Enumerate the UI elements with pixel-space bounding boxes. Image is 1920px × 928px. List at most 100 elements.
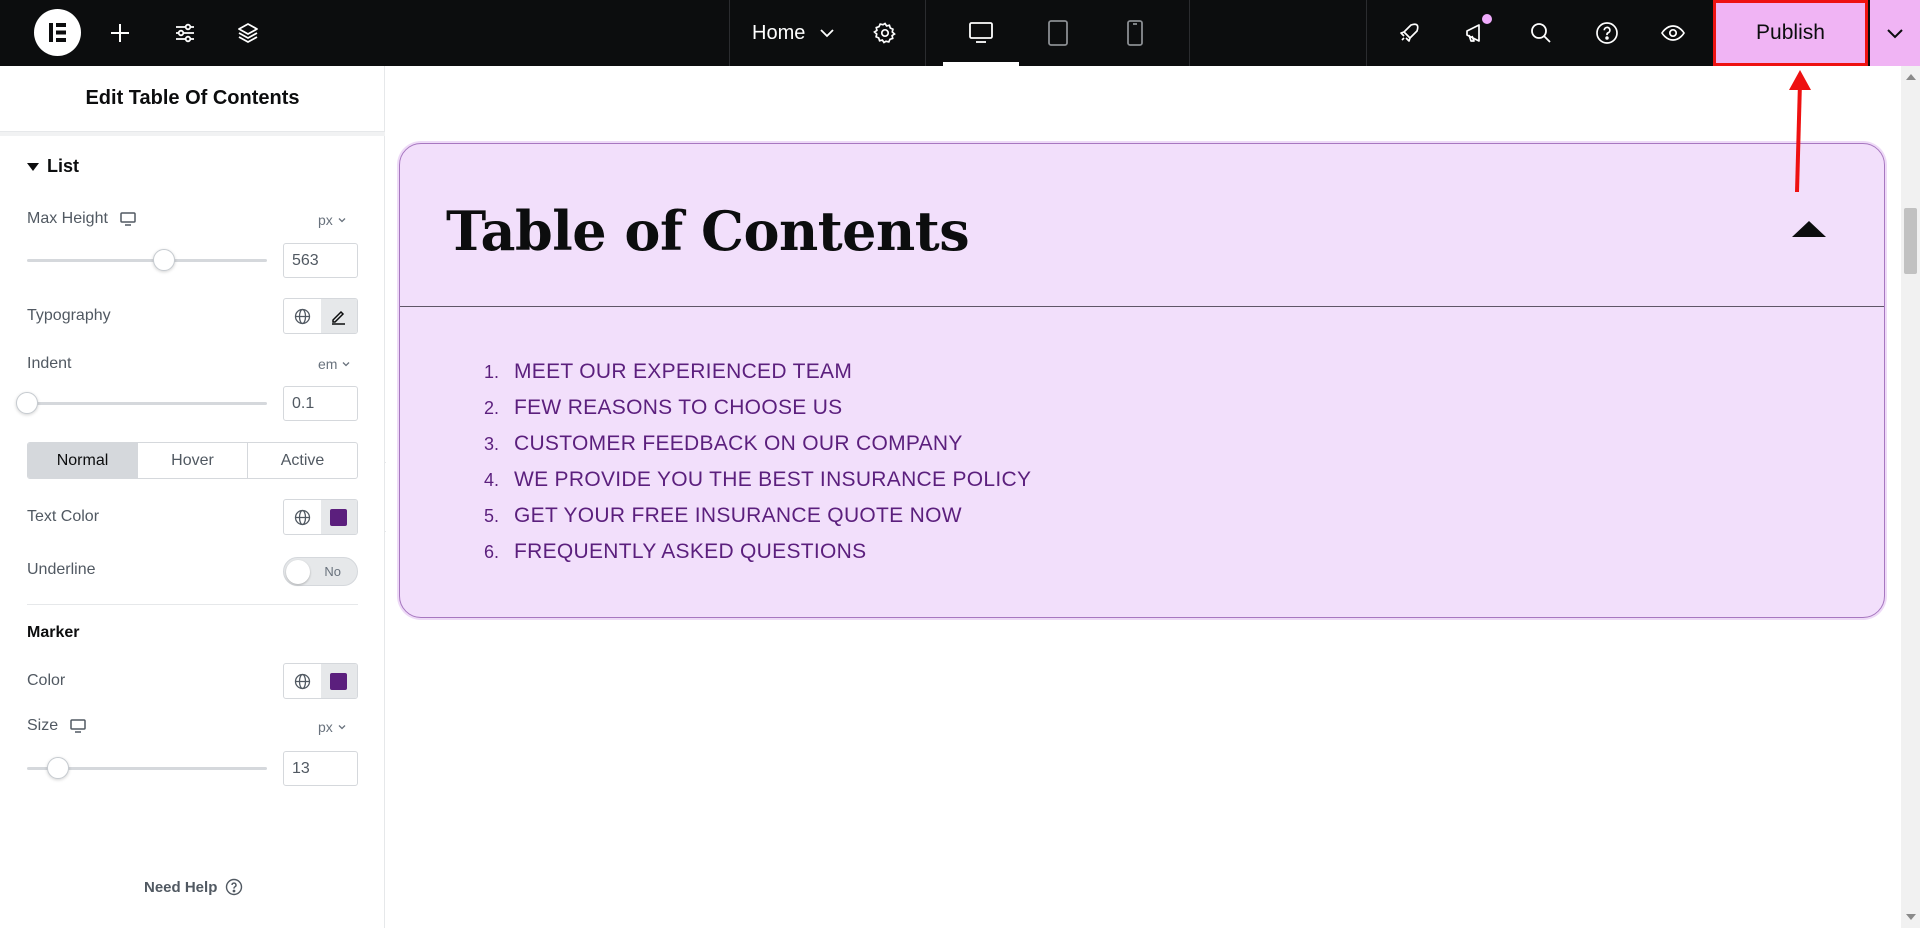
publish-button[interactable]: Publish	[1713, 0, 1868, 66]
global-color-button[interactable]	[284, 664, 321, 698]
max-height-input[interactable]: 563	[283, 243, 358, 278]
text-color-label: Text Color	[27, 508, 100, 525]
scroll-up-arrow[interactable]	[1906, 74, 1916, 80]
tab-hover[interactable]: Hover	[138, 443, 248, 478]
structure-button[interactable]	[228, 0, 268, 66]
finder-button[interactable]	[1521, 0, 1561, 66]
unit-label: px	[318, 719, 333, 735]
caret-down-icon	[27, 162, 39, 171]
help-icon	[226, 878, 243, 896]
max-height-unit-select[interactable]: px	[318, 212, 347, 228]
whats-new-button[interactable]	[1455, 0, 1495, 66]
marker-size-input[interactable]: 13	[283, 751, 358, 786]
scroll-down-arrow[interactable]	[1906, 914, 1916, 920]
toc-item-link[interactable]: FREQUENTLY ASKED QUESTIONS	[514, 540, 866, 564]
section-toggle-list[interactable]: List	[27, 156, 79, 177]
toc-item[interactable]: 2. FEW REASONS TO CHOOSE US	[484, 390, 1031, 426]
collapse-toc-icon[interactable]	[1792, 221, 1826, 237]
indent-slider[interactable]	[27, 402, 267, 405]
indent-input[interactable]: 0.1	[283, 386, 358, 421]
toc-list: 1. MEET OUR EXPERIENCED TEAM 2. FEW REASON…	[484, 354, 1031, 570]
need-help-link[interactable]: Need Help	[144, 878, 243, 896]
color-swatch	[330, 508, 348, 526]
chevron-down-icon	[1887, 29, 1903, 39]
underline-toggle[interactable]: No	[283, 557, 358, 586]
max-height-slider[interactable]	[27, 259, 267, 262]
marker-size-unit-select[interactable]: px	[318, 719, 347, 735]
megaphone-icon	[1466, 24, 1480, 42]
page-selector[interactable]: Home	[752, 0, 835, 66]
add-icon	[111, 24, 129, 42]
text-color-controls	[283, 499, 358, 535]
toc-item[interactable]: 4. WE PROVIDE YOU THE BEST INSURANCE POLI…	[484, 462, 1031, 498]
globe-icon	[294, 673, 310, 689]
indent-slider-handle[interactable]	[16, 392, 38, 414]
search-icon	[1531, 23, 1551, 43]
desktop-icon	[969, 22, 993, 43]
scrollbar-thumb[interactable]	[1904, 208, 1917, 274]
unit-label: em	[318, 356, 338, 372]
toc-item-link[interactable]: GET YOUR FREE INSURANCE QUOTE NOW	[514, 504, 962, 528]
site-settings-icon	[176, 23, 194, 43]
toc-title: Table of Contents	[446, 199, 970, 263]
page-name: Home	[752, 21, 806, 44]
section-title: List	[47, 156, 80, 176]
toc-item-link[interactable]: FEW REASONS TO CHOOSE US	[514, 396, 842, 420]
help-icon	[1596, 22, 1618, 44]
divider	[27, 604, 358, 605]
toc-item-number: 2.	[484, 397, 500, 418]
toc-item-link[interactable]: MEET OUR EXPERIENCED TEAM	[514, 360, 852, 384]
underline-label: Underline	[27, 561, 96, 578]
marker-size-label: Size	[27, 717, 86, 735]
divider	[1366, 0, 1367, 66]
tab-active[interactable]: Active	[248, 443, 357, 478]
add-element-button[interactable]	[100, 0, 140, 66]
toc-item-number: 4.	[484, 469, 500, 490]
toc-item[interactable]: 3. CUSTOMER FEEDBACK ON OUR COMPANY	[484, 426, 1031, 462]
mobile-view-button[interactable]	[1115, 0, 1155, 66]
marker-color-picker[interactable]	[320, 664, 357, 698]
desktop-icon[interactable]	[70, 719, 86, 733]
edit-typography-button[interactable]	[320, 299, 357, 333]
tab-normal[interactable]: Normal	[28, 443, 138, 478]
divider	[0, 132, 385, 136]
typography-controls	[283, 298, 358, 334]
publish-options-button[interactable]	[1870, 0, 1920, 66]
toggle-knob	[286, 560, 310, 584]
desktop-view-button[interactable]	[943, 0, 1019, 66]
chevron-down-icon	[338, 725, 346, 730]
divider	[729, 0, 730, 66]
tablet-view-button[interactable]	[1038, 0, 1078, 66]
publish-label: Publish	[1756, 21, 1825, 44]
toc-item-link[interactable]: WE PROVIDE YOU THE BEST INSURANCE POLICY	[514, 468, 1031, 492]
marker-size-slider-handle[interactable]	[47, 757, 70, 779]
toc-item-link[interactable]: CUSTOMER FEEDBACK ON OUR COMPANY	[514, 432, 963, 456]
pencil-icon	[332, 310, 346, 325]
preview-button[interactable]	[1653, 0, 1693, 66]
indent-unit-select[interactable]: em	[318, 356, 351, 372]
toc-item[interactable]: 5. GET YOUR FREE INSURANCE QUOTE NOW	[484, 498, 1031, 534]
mobile-icon	[1127, 20, 1143, 46]
toc-item[interactable]: 6. FREQUENTLY ASKED QUESTIONS	[484, 534, 1031, 570]
divider	[925, 0, 926, 66]
table-of-contents-widget[interactable]: Table of Contents 1. MEET OUR EXPERIENCED…	[399, 143, 1885, 618]
panel-title: Edit Table Of Contents	[0, 66, 385, 132]
max-height-slider-handle[interactable]	[152, 249, 175, 271]
global-color-button[interactable]	[284, 500, 321, 534]
elementor-logo-icon[interactable]	[34, 9, 81, 56]
site-settings-button[interactable]	[165, 0, 205, 66]
help-button[interactable]	[1587, 0, 1627, 66]
globe-icon	[294, 308, 310, 324]
divider	[1189, 0, 1190, 66]
canvas-scrollbar[interactable]	[1901, 66, 1920, 928]
desktop-icon[interactable]	[120, 212, 136, 226]
page-settings-button[interactable]	[865, 0, 905, 66]
annotation-arrow	[1789, 70, 1811, 193]
toc-item[interactable]: 1. MEET OUR EXPERIENCED TEAM	[484, 354, 1031, 390]
launchpad-button[interactable]	[1389, 0, 1429, 66]
global-typography-button[interactable]	[284, 299, 321, 333]
tablet-icon	[1048, 20, 1068, 46]
text-color-picker[interactable]	[320, 500, 357, 534]
need-help-text: Need Help	[144, 878, 218, 896]
marker-color-controls	[283, 663, 358, 699]
